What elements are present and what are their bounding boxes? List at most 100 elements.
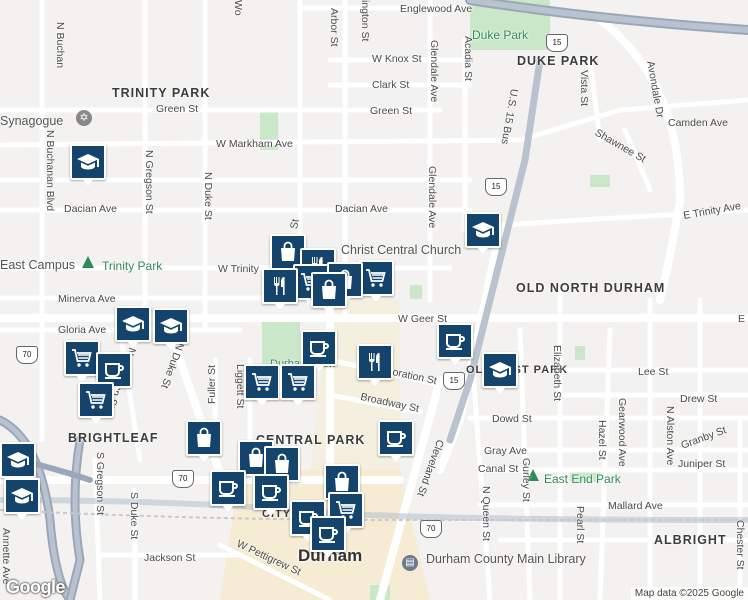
coffee-marker[interactable] [253,474,289,516]
coffee-marker[interactable] [301,330,337,372]
street-label: Glendale Ave [426,166,438,229]
neighborhood-label: TRINITY PARK [112,86,211,100]
street-label: N Alston Ave [664,406,676,466]
street-label: Gearwood Ave [616,398,628,467]
shopping-bag-icon [192,426,216,450]
park-label[interactable]: Duke Park [472,28,528,42]
graduation-cap-marker[interactable] [482,352,518,394]
street-label: Englewood Ave [400,3,473,15]
graduation-cap-icon [488,358,512,382]
street-label: Green St [370,105,413,117]
shopping-cart-marker[interactable] [280,364,316,406]
shopping-cart-icon [286,370,310,394]
street-label: Elizabeth St [551,345,563,402]
route-shield: 70 [420,520,442,538]
synagogue-icon: ✡ [76,110,92,126]
street-label: Vista St [578,70,590,106]
neighborhood-label: BRIGHTLEAF [68,431,159,445]
route-shield: 15 [485,178,507,196]
graduation-cap-marker[interactable] [153,308,189,350]
shopping-cart-marker[interactable] [64,340,100,382]
place-label[interactable]: Synagogue [0,114,63,128]
place-label[interactable]: East Campus [0,258,75,272]
street-label: Clark St [372,79,410,91]
street-label: Pearl St [574,506,586,544]
street-label: N Queen St [480,486,492,541]
graduation-cap-marker[interactable] [70,144,106,186]
street-label: Camden Ave [668,117,728,129]
map-attribution[interactable]: Map data ©2025 Google [630,587,748,600]
restaurant-marker[interactable] [262,268,298,310]
street-label: Juniper St [678,458,726,470]
library-icon: ▤ [402,555,418,571]
shopping-cart-marker[interactable] [358,260,394,302]
coffee-marker[interactable] [378,420,414,462]
route-shield: 70 [16,346,38,364]
coffee-marker[interactable] [310,516,346,558]
route-shield: 15 [546,34,568,52]
graduation-cap-icon [6,448,30,472]
coffee-icon [307,336,331,360]
park-icon [82,256,94,268]
street-label: Canal St [478,463,519,475]
street-label: N Buchan [54,22,66,69]
coffee-marker[interactable] [437,323,473,365]
google-logo: Google [6,577,66,597]
street-label: Dacian Ave [335,203,388,215]
route-shield: 15 [443,372,465,390]
shopping-bag-icon [317,278,341,302]
park-label[interactable]: Trinity Park [102,259,162,273]
graduation-cap-marker[interactable] [115,306,151,348]
map-canvas[interactable]: TRINITY PARK DUKE PARK OLD NORTH DURHAM … [0,0,748,600]
street-label: Minerva Ave [58,293,116,305]
shopping-cart-icon [364,266,388,290]
street-label: Arbor St [328,8,340,47]
coffee-icon [102,358,126,382]
street-label: N Duke St [202,172,214,220]
shopping-cart-icon [84,388,108,412]
street-label: Drew St [680,393,718,405]
street-label: Fuller St [206,364,218,404]
shopping-cart-marker[interactable] [78,382,114,424]
place-label[interactable]: Durham County Main Library [426,552,586,566]
coffee-icon [443,329,467,353]
street-label: E [738,313,746,325]
shopping-bag-icon [330,470,354,494]
street-label: Green St [156,103,199,115]
graduation-cap-icon [471,218,495,242]
street-label: W Markham Ave [216,138,293,150]
street-label: Acadia St [462,36,474,81]
coffee-marker[interactable] [210,470,246,512]
park-label[interactable]: East End Park [544,472,621,486]
graduation-cap-marker[interactable] [4,478,40,520]
coffee-icon [384,426,408,450]
graduation-cap-marker[interactable] [0,442,36,484]
shopping-cart-icon [70,346,94,370]
graduation-cap-icon [76,150,100,174]
graduation-cap-icon [121,312,145,336]
shopping-cart-marker[interactable] [244,364,280,406]
street-label: Dacian Ave [64,203,117,215]
graduation-cap-marker[interactable] [465,212,501,254]
restaurant-icon [268,274,292,298]
street-label: N Gregson St [143,150,155,214]
shopping-bag-icon [276,240,300,264]
street-label: W Trinity [218,263,259,275]
shopping-bag-icon [270,452,294,476]
street-label: Gurley St [520,458,532,502]
shopping-bag-marker[interactable] [311,272,347,314]
street-label: Lee St [638,366,669,378]
street-label: Jackson St [144,552,196,564]
street-label: Annette Ave [0,528,12,585]
restaurant-marker[interactable] [357,344,393,386]
place-label[interactable]: Christ Central Church [341,243,461,257]
shopping-cart-icon [250,370,274,394]
coffee-icon [259,480,283,504]
street-label: ington St [359,0,371,42]
route-shield: 70 [172,470,194,488]
shopping-bag-marker[interactable] [186,420,222,462]
street-label: Chester St [734,520,746,570]
coffee-icon [316,522,340,546]
street-label: Wo [232,0,244,16]
neighborhood-label: ALBRIGHT [654,533,727,547]
